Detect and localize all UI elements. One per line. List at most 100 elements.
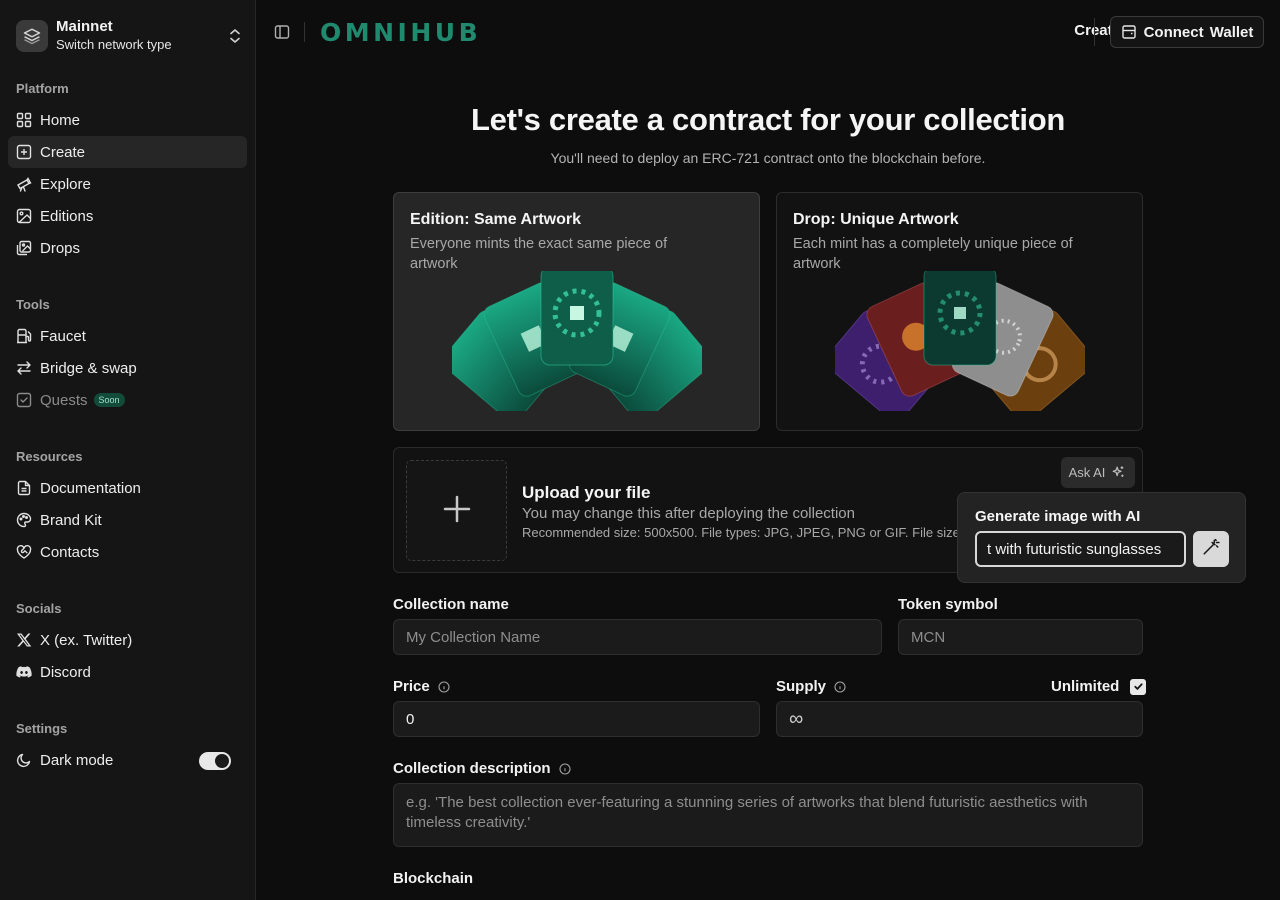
sidebar-item-label: X (ex. Twitter): [40, 631, 133, 649]
chevrons-up-down-icon: [228, 27, 242, 45]
description-textarea[interactable]: e.g. 'The best collection ever-featuring…: [393, 783, 1143, 847]
page-title: Let's create a contract for your collect…: [471, 102, 1065, 137]
description-label-row: Collection description: [393, 760, 571, 777]
upload-subtitle: You may change this after deploying the …: [522, 505, 855, 522]
token-symbol-label: Token symbol: [898, 596, 998, 613]
sidebar-item-bridge-swap[interactable]: Bridge & swap: [8, 352, 247, 384]
generate-button[interactable]: [1193, 531, 1229, 567]
edition-artwork-illustration: [442, 266, 712, 422]
ask-ai-button[interactable]: Ask AI: [1061, 457, 1135, 488]
layers-icon: [16, 20, 48, 52]
sidebar-item-drops[interactable]: Drops: [8, 232, 247, 264]
plus-square-icon: [16, 144, 32, 160]
plus-icon: [443, 495, 471, 527]
connect-wallet-button[interactable]: Connect Wallet: [1110, 16, 1264, 48]
sidebar-item-quests[interactable]: Quests Soon: [8, 384, 247, 416]
section-label-platform: Platform: [16, 81, 69, 96]
unlimited-checkbox-row[interactable]: Unlimited: [1051, 678, 1147, 695]
images-icon: [16, 240, 32, 256]
price-label: Price: [393, 678, 430, 695]
blockchain-label: Blockchain: [393, 870, 474, 887]
sidebar-item-documentation[interactable]: Documentation: [8, 472, 247, 504]
popover-title: Generate image with AI: [975, 508, 1141, 525]
magic-wand-icon: [1202, 538, 1220, 560]
unlimited-checkbox[interactable]: [1130, 678, 1147, 695]
network-subtitle: Switch network type: [56, 37, 172, 52]
sidebar-item-label: Home: [40, 111, 81, 129]
sidebar-item-label: Bridge & swap: [40, 359, 137, 377]
upload-dropzone[interactable]: [406, 460, 507, 561]
token-symbol-input[interactable]: MCN: [898, 619, 1143, 655]
sidebar-item-discord[interactable]: Discord: [8, 656, 247, 688]
dark-mode-toggle[interactable]: [199, 752, 231, 770]
info-icon[interactable]: [834, 680, 846, 693]
card-description: Everyone mints the exact same piece of a…: [410, 236, 668, 272]
drop-card[interactable]: Drop: Unique Artwork Each mint has a com…: [776, 192, 1143, 431]
grid-icon: [16, 112, 32, 128]
supply-input[interactable]: ∞: [776, 701, 1143, 737]
section-label-resources: Resources: [16, 449, 83, 464]
upload-title: Upload your file: [522, 483, 651, 502]
sidebar-item-brand-kit[interactable]: Brand Kit: [8, 504, 247, 536]
wallet-icon: [1121, 24, 1137, 40]
section-label-settings: Settings: [16, 721, 68, 736]
supply-label-row: Supply: [776, 678, 846, 695]
sidebar: Mainnet Switch network type Platform Hom…: [0, 0, 256, 900]
info-icon[interactable]: [438, 680, 450, 693]
price-label-row: Price: [393, 678, 450, 695]
soon-badge: Soon: [93, 393, 125, 407]
sidebar-item-home[interactable]: Home: [8, 104, 247, 136]
palette-icon: [16, 512, 32, 528]
document-icon: [16, 480, 32, 496]
fuel-icon: [16, 328, 32, 344]
ai-prompt-input[interactable]: [975, 531, 1186, 567]
drop-artwork-illustration: [825, 266, 1095, 422]
x-logo-icon: [16, 632, 32, 648]
sidebar-item-label: Brand Kit: [40, 511, 102, 529]
network-switcher[interactable]: Mainnet Switch network type: [16, 18, 242, 52]
sidebar-item-label: Discord: [40, 663, 91, 681]
sidebar-item-label: Explore: [40, 175, 91, 193]
connect-wallet-label: Connect Wallet: [1143, 23, 1254, 41]
upload-details: Recommended size: 500x500. File types: J…: [522, 525, 994, 540]
sidebar-item-contacts[interactable]: Contacts: [8, 536, 247, 568]
description-label: Collection description: [393, 760, 551, 777]
network-title: Mainnet: [56, 18, 113, 35]
divider: [304, 22, 305, 42]
sidebar-toggle-icon[interactable]: [274, 24, 290, 40]
sidebar-item-label: Documentation: [40, 479, 141, 497]
heart-handshake-icon: [16, 544, 32, 560]
sidebar-item-explore[interactable]: Explore: [8, 168, 247, 200]
sidebar-item-create[interactable]: Create: [8, 136, 247, 168]
telescope-icon: [16, 176, 32, 192]
ask-ai-label: Ask AI: [1068, 465, 1106, 480]
sidebar-item-label: Drops: [40, 239, 81, 257]
sidebar-item-x-twitter[interactable]: X (ex. Twitter): [8, 624, 247, 656]
discord-icon: [16, 664, 32, 680]
sidebar-item-label: Dark mode: [40, 751, 114, 769]
generate-ai-popover: Generate image with AI: [957, 492, 1246, 583]
sidebar-item-label: Create: [40, 143, 86, 161]
omnihub-logo[interactable]: OMNIHUB: [320, 18, 504, 50]
edition-card[interactable]: Edition: Same Artwork Everyone mints the…: [393, 192, 760, 431]
collection-name-input[interactable]: My Collection Name: [393, 619, 882, 655]
top-bar: OMNIHUB Create Connect Wallet: [256, 0, 1280, 64]
sidebar-item-dark-mode: Dark mode: [8, 744, 247, 776]
sidebar-item-faucet[interactable]: Faucet: [8, 320, 247, 352]
card-description: Each mint has a completely unique piece …: [793, 236, 1073, 272]
sidebar-item-label: Quests: [40, 391, 88, 409]
price-input[interactable]: 0: [393, 701, 760, 737]
sparkles-icon: [1111, 465, 1127, 481]
moon-icon: [16, 752, 32, 768]
card-title: Drop: Unique Artwork: [793, 211, 959, 228]
image-icon: [16, 208, 32, 224]
supply-label: Supply: [776, 678, 827, 695]
sidebar-item-label: Editions: [40, 207, 94, 225]
card-title: Edition: Same Artwork: [410, 211, 581, 228]
sidebar-item-label: Faucet: [40, 327, 86, 345]
svg-text:OMNIHUB: OMNIHUB: [320, 18, 481, 46]
sidebar-item-label: Contacts: [40, 543, 100, 561]
info-icon[interactable]: [558, 762, 571, 775]
check-square-icon: [16, 392, 32, 408]
sidebar-item-editions[interactable]: Editions: [8, 200, 247, 232]
